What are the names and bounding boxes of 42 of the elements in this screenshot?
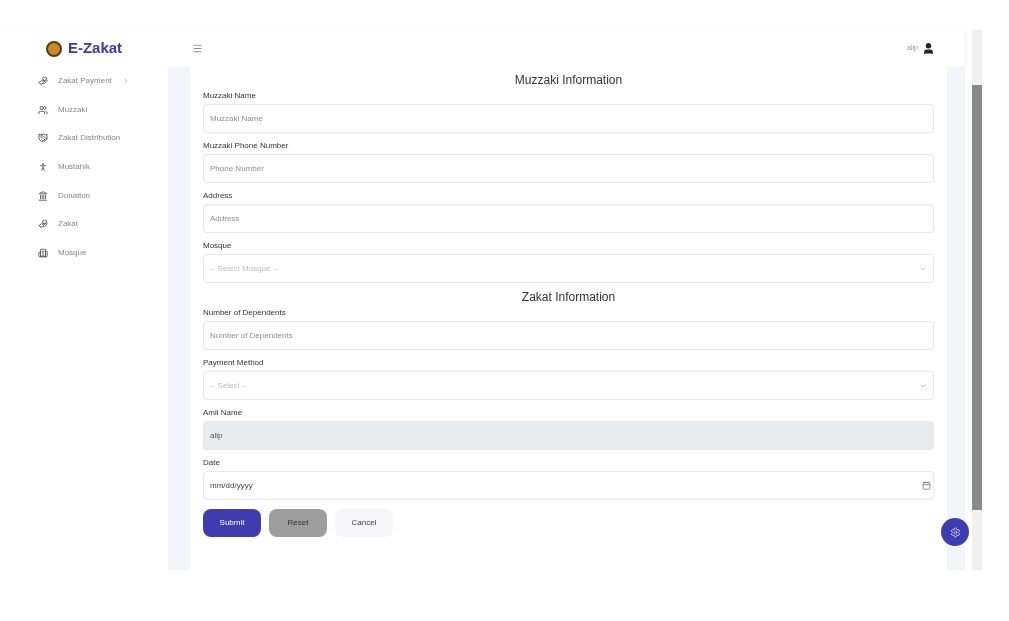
field-label: Amil Name: [203, 407, 244, 419]
building-icon: [38, 190, 48, 201]
sidebar-item[interactable]: Mosque: [0, 238, 168, 268]
text-field[interactable]: Phone Number: [203, 154, 934, 183]
handshake-icon: [38, 133, 48, 144]
select-field[interactable]: -- Select --: [203, 371, 934, 400]
person-icon: [38, 162, 48, 173]
submit-button[interactable]: Submit: [203, 509, 261, 537]
buildings-icon: [38, 247, 48, 258]
reset-button[interactable]: Reset: [269, 509, 327, 537]
sidebar-item[interactable]: Mustahik: [0, 152, 168, 182]
hand-icon: [38, 76, 48, 87]
text-field[interactable]: Address: [203, 204, 934, 233]
logo-icon: [45, 40, 62, 57]
settings-button[interactable]: [941, 518, 969, 546]
brand-name: E-Zakat: [67, 38, 123, 59]
field-label: Address: [203, 190, 234, 202]
section-title: Zakat Information: [520, 289, 617, 305]
settings-icon: [949, 526, 961, 538]
date-field[interactable]: mm/dd/yyyy: [203, 471, 934, 500]
readonly-field: alip: [203, 421, 934, 450]
user-icon[interactable]: [922, 42, 935, 55]
section-title: Muzzaki Information: [513, 72, 624, 88]
sidebar-item[interactable]: Donation: [0, 181, 168, 210]
field-label: Muzzaki Phone Number: [203, 140, 290, 152]
text-field[interactable]: Number of Dependents: [203, 321, 934, 350]
calendar-icon: [922, 481, 931, 490]
select-field[interactable]: -- Select Mosque --: [203, 254, 934, 283]
sidebar-item[interactable]: Zakat Distribution: [0, 124, 168, 153]
hand-icon: [38, 219, 48, 230]
field-label: Mosque: [203, 240, 233, 252]
field-label: Date: [203, 457, 221, 469]
sidebar-item[interactable]: Zakat Payment: [0, 67, 168, 96]
sidebar-item[interactable]: Muzzaki: [0, 95, 168, 125]
field-label: Number of Dependents: [203, 307, 287, 319]
field-label: Muzzaki Name: [203, 90, 257, 102]
cancel-button[interactable]: Cancel: [335, 509, 393, 537]
field-label: Payment Method: [203, 357, 265, 369]
text-field[interactable]: Muzzaki Name: [203, 104, 934, 133]
sidebar-item[interactable]: Zakat: [0, 209, 168, 239]
users-icon: [38, 104, 48, 115]
menu-icon[interactable]: [192, 43, 203, 54]
